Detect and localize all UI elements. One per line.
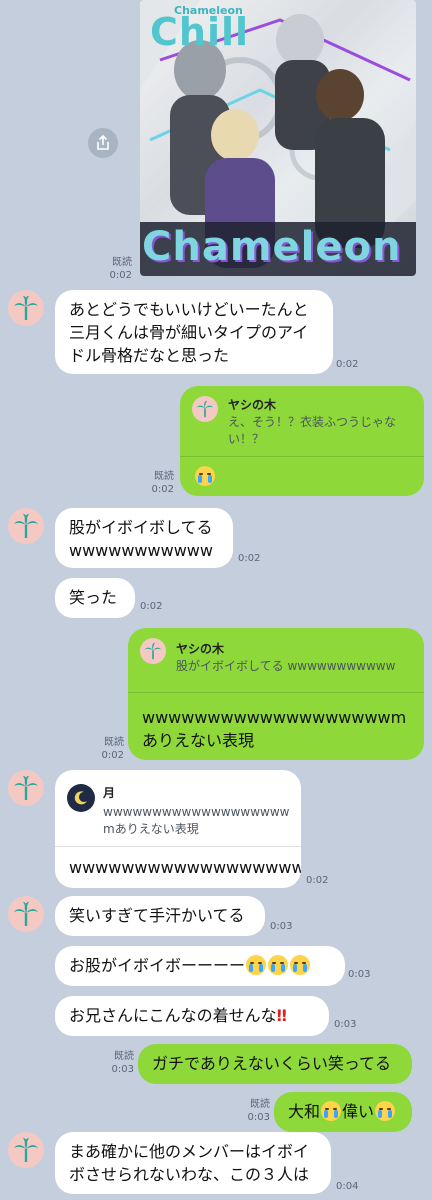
album-title: Chill bbox=[150, 10, 250, 54]
album-bottom-title: Chameleon bbox=[142, 224, 402, 270]
message-bubble[interactable]: まあ確かに他のメンバーはイボイ ボさせられないわな、この３人は bbox=[55, 1132, 331, 1194]
message-bubble[interactable]: ガチでありえないくらい笑ってる bbox=[138, 1044, 412, 1084]
palm-tree-icon bbox=[196, 400, 214, 418]
palm-tree-icon bbox=[14, 514, 38, 538]
avatar-palm[interactable] bbox=[8, 1132, 44, 1168]
message-text: 笑った bbox=[69, 588, 118, 607]
share-button[interactable] bbox=[88, 128, 118, 158]
message-text: お兄さんにこんなの着せんな bbox=[69, 1006, 277, 1025]
message-time: 0:02 bbox=[140, 601, 163, 612]
message-text: あとどうでもいいけどいーたんと bbox=[69, 300, 309, 319]
message-time: 0:04 bbox=[336, 1181, 359, 1192]
double-exclamation-icon: ‼ bbox=[276, 1006, 287, 1025]
reply-quote-block[interactable]: ヤシの木 股がイボイボしてる wwwwwwwwwww bbox=[128, 628, 424, 693]
palm-tree-icon bbox=[144, 642, 162, 660]
message-time: 0:03 bbox=[348, 969, 371, 980]
moon-icon bbox=[74, 791, 87, 805]
reply-message-bubble[interactable]: ヤシの木 え、そう！？衣装ふつうじゃな い！？ bbox=[180, 386, 424, 496]
share-icon bbox=[97, 135, 109, 150]
reply-sender-name: 月 bbox=[103, 786, 116, 800]
reply-sender-name: ヤシの木 bbox=[228, 398, 277, 412]
message-text: 三月くんは骨が細いタイプのアイ bbox=[69, 323, 309, 342]
message-time: 0:02 bbox=[238, 553, 261, 564]
album-read-receipt: 既読 0:02 bbox=[109, 257, 132, 281]
crying-emoji-icon bbox=[320, 1101, 342, 1121]
message-bubble[interactable]: お股がイボイボーーーー bbox=[55, 946, 345, 986]
avatar-palm[interactable] bbox=[8, 508, 44, 544]
message-bubble[interactable]: 笑いすぎて手汗かいてる bbox=[55, 896, 265, 936]
message-text: 股がイボイボしてる bbox=[69, 518, 213, 537]
reply-message-bubble[interactable]: 月 wwwwwwwwwwwwwwwwwww mありえない表現 wwwwwwwwww… bbox=[55, 770, 301, 888]
message-time: 0:02 bbox=[336, 359, 359, 370]
message-bubble[interactable]: 股がイボイボしてる wwwwwwwwwww bbox=[55, 508, 233, 568]
message-time: 0:03 bbox=[270, 921, 293, 932]
crying-emoji-icon bbox=[194, 466, 216, 486]
read-receipt: 既読 0:03 bbox=[247, 1099, 270, 1123]
reply-avatar bbox=[140, 638, 166, 664]
read-receipt: 既読 0:02 bbox=[101, 737, 124, 761]
message-text: ボさせられないわな、この３人は bbox=[69, 1165, 310, 1184]
reply-avatar bbox=[67, 784, 95, 812]
avatar-palm[interactable] bbox=[8, 770, 44, 806]
reply-sender-name: ヤシの木 bbox=[176, 642, 225, 656]
message-text: wwwwwwwwwww bbox=[69, 541, 213, 560]
message-text: お股がイボイボーーーー bbox=[69, 956, 246, 975]
avatar-palm[interactable] bbox=[8, 290, 44, 326]
crying-emoji-icon bbox=[245, 955, 311, 975]
message-bubble[interactable]: 笑った bbox=[55, 578, 135, 618]
avatar-palm[interactable] bbox=[8, 896, 44, 932]
message-bubble[interactable]: あとどうでもいいけどいーたんと 三月くんは骨が細いタイプのアイ ドル骨格だなと思… bbox=[55, 290, 333, 374]
message-time: 0:02 bbox=[306, 875, 329, 886]
reply-quote-text: wwwwwwwwwwwwwwwwwww mありえない表現 bbox=[103, 805, 290, 836]
read-receipt: 既読 0:02 bbox=[151, 471, 174, 495]
message-text: 偉い bbox=[342, 1102, 375, 1121]
palm-tree-icon bbox=[14, 1138, 38, 1162]
message-text: 大和 bbox=[288, 1102, 321, 1121]
crying-emoji-icon bbox=[374, 1101, 396, 1121]
palm-tree-icon bbox=[14, 296, 38, 320]
reply-quote-block[interactable]: 月 wwwwwwwwwwwwwwwwwww mありえない表現 bbox=[55, 770, 301, 847]
message-time: 0:03 bbox=[334, 1019, 357, 1030]
read-receipt: 既読 0:03 bbox=[111, 1051, 134, 1075]
reply-quote-block[interactable]: ヤシの木 え、そう！？衣装ふつうじゃな い！？ bbox=[180, 386, 424, 457]
message-text: wwwwwwwwwwwwwwwwww bbox=[69, 858, 301, 877]
palm-tree-icon bbox=[14, 776, 38, 800]
message-bubble[interactable]: お兄さんにこんなの着せんな‼ bbox=[55, 996, 329, 1036]
message-text: wwwwwwwwwwwwwwwwwwwm ありえない表現 bbox=[142, 708, 407, 750]
album-art-image[interactable]: Chameleon Chill Chameleon bbox=[140, 0, 416, 276]
message-text: 笑いすぎて手汗かいてる bbox=[69, 906, 245, 925]
reply-quote-text: 股がイボイボしてる wwwwwwwwwww bbox=[176, 659, 396, 673]
message-text: ガチでありえないくらい笑ってる bbox=[152, 1054, 392, 1073]
message-text: まあ確かに他のメンバーはイボイ bbox=[69, 1142, 310, 1161]
reply-avatar bbox=[192, 396, 218, 422]
palm-tree-icon bbox=[14, 902, 38, 926]
message-bubble[interactable]: 大和 偉い bbox=[274, 1092, 412, 1132]
reply-message-bubble[interactable]: ヤシの木 股がイボイボしてる wwwwwwwwwww wwwwwwwwwwwww… bbox=[128, 628, 424, 760]
reply-quote-text: え、そう！？衣装ふつうじゃな い！？ bbox=[228, 415, 397, 446]
message-text: ドル骨格だなと思った bbox=[69, 346, 230, 365]
